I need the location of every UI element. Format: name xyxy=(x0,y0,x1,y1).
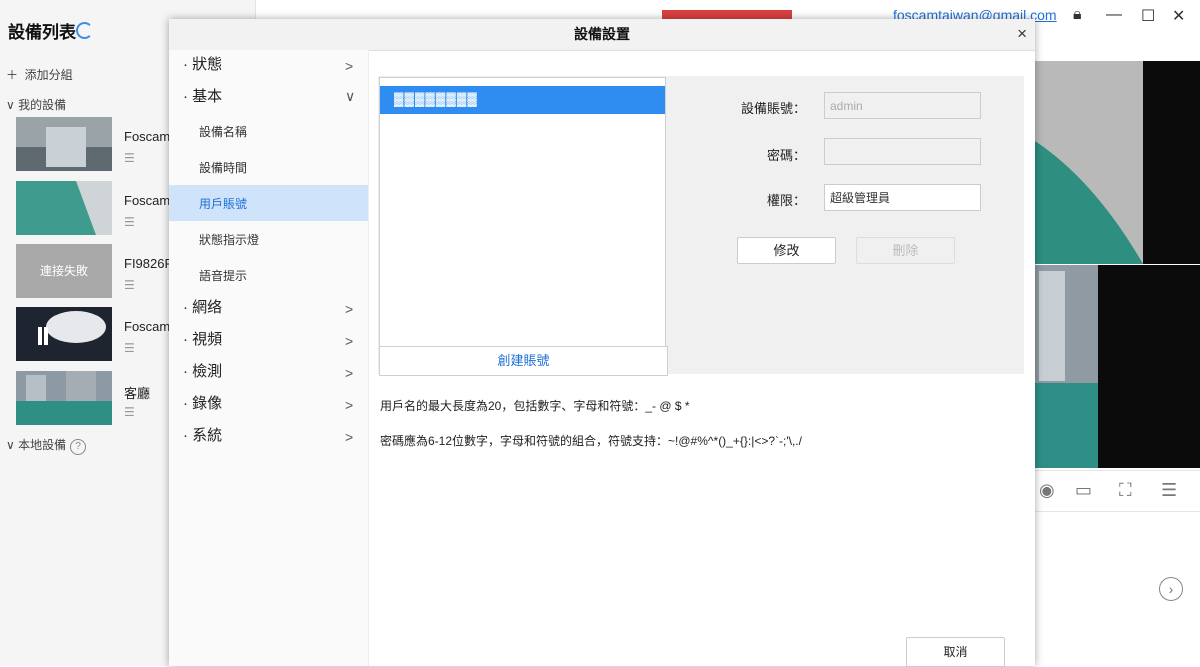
device-item[interactable]: 客廳 ☰ xyxy=(16,371,168,425)
delete-button[interactable]: 刪除 xyxy=(856,237,955,264)
camera-preview[interactable] xyxy=(1035,265,1200,468)
submenu-device-name[interactable]: 設備名稱 xyxy=(169,113,368,149)
password-rule-note: 密碼應為6-12位數字，字母和符號的組合，符號支持：~!@#%^*()_+{}:… xyxy=(380,434,802,448)
account-field[interactable] xyxy=(824,92,981,119)
settings-sliders-icon[interactable]: ☰ xyxy=(124,215,135,229)
account-row-label: ▓▓▓▓▓▓▓▓ xyxy=(394,91,478,106)
permission-field[interactable] xyxy=(824,184,981,211)
menu-detection-label: 檢測 xyxy=(192,363,223,380)
submenu-label: 語音提示 xyxy=(199,269,248,283)
account-list-row-selected[interactable]: ▓▓▓▓▓▓▓▓ xyxy=(380,86,665,114)
my-devices-group[interactable]: ∨ 我的設備 xyxy=(6,96,66,113)
layout-menu-icon[interactable]: ☰ xyxy=(1161,480,1177,501)
my-devices-label: 我的設備 xyxy=(18,98,67,112)
account-label: 設備賬號： xyxy=(740,101,806,116)
menu-status[interactable]: · 狀態 xyxy=(183,53,222,74)
settings-sliders-icon[interactable]: ☰ xyxy=(124,278,135,292)
local-devices-label: 本地設備 xyxy=(18,438,67,452)
menu-video-label: 視頻 xyxy=(192,331,223,348)
menu-network-label: 網络 xyxy=(192,299,223,316)
chevron-down-icon: ∨ xyxy=(345,88,356,104)
device-thumbnail xyxy=(16,181,112,235)
submenu-label: 用戶賬號 xyxy=(199,197,248,211)
minimize-icon[interactable]: — xyxy=(1106,6,1122,24)
username-rule-note: 用戶名的最大長度為20，包括數字、字母和符號：_- @ $ * xyxy=(380,399,690,413)
settings-sliders-icon[interactable]: ☰ xyxy=(124,405,135,419)
password-field[interactable] xyxy=(824,138,981,165)
chevron-right-icon: > xyxy=(345,397,354,413)
device-thumbnail xyxy=(16,117,112,171)
preview-toolbar: ◉ ▭ ⛶ ☰ xyxy=(1035,470,1200,512)
settings-menu: · 狀態 > · 基本 ∨ 設備名稱 設備時間 用戶賬號 狀態指示燈 語音提示 … xyxy=(169,50,369,666)
chevron-right-icon: > xyxy=(345,58,354,74)
device-list-title: 設備列表 xyxy=(8,23,76,42)
submenu-device-time[interactable]: 設備時間 xyxy=(169,149,368,185)
local-devices-group[interactable]: ∨ 本地設備? xyxy=(6,436,87,455)
modify-button[interactable]: 修改 xyxy=(737,237,836,264)
lock-icon[interactable]: 🔒︎ xyxy=(1073,6,1082,24)
settings-sliders-icon[interactable]: ☰ xyxy=(124,151,135,165)
help-icon[interactable]: ? xyxy=(70,439,87,455)
chevron-right-icon: > xyxy=(345,365,354,381)
fullscreen-icon[interactable]: ⛶ xyxy=(1119,480,1132,501)
submenu-user-account[interactable]: 用戶賬號 xyxy=(169,185,368,221)
permission-label: 權限： xyxy=(766,193,806,208)
account-list[interactable]: ▓▓▓▓▓▓▓▓ xyxy=(379,77,666,347)
device-name: 客廳 xyxy=(124,386,151,401)
submenu-label: 狀態指示燈 xyxy=(199,233,260,247)
menu-system[interactable]: · 系統 xyxy=(183,424,222,445)
menu-basic-label: 基本 xyxy=(192,88,223,105)
menu-basic[interactable]: · 基本 xyxy=(183,85,222,106)
menu-network[interactable]: · 網络 xyxy=(183,296,222,317)
device-item[interactable]: Foscam_ ☰ xyxy=(16,181,177,235)
add-group-label: 添加分組 xyxy=(24,68,73,82)
submenu-label: 設備時間 xyxy=(199,161,248,175)
connection-failed-thumbnail: 連接失敗 xyxy=(16,244,112,298)
device-thumbnail xyxy=(16,307,112,361)
device-thumbnail xyxy=(16,371,112,425)
submenu-voice-prompt[interactable]: 語音提示 xyxy=(169,257,368,293)
dialog-close-button[interactable]: × xyxy=(1017,24,1027,44)
window-close-icon[interactable]: ✕ xyxy=(1172,6,1185,26)
cancel-button[interactable]: 取消 xyxy=(906,637,1005,667)
device-name: FI9826P xyxy=(124,256,174,271)
settings-sliders-icon[interactable]: ☰ xyxy=(124,341,135,355)
maximize-icon[interactable]: ☐ xyxy=(1141,6,1155,26)
chevron-right-icon: > xyxy=(345,333,354,349)
add-group-button[interactable]: ＋ 添加分組 xyxy=(6,66,73,83)
chevron-right-icon: > xyxy=(345,429,354,445)
menu-video[interactable]: · 視頻 xyxy=(183,328,222,349)
submenu-status-light[interactable]: 狀態指示燈 xyxy=(169,221,368,257)
device-settings-dialog: 設備設置 × · 狀態 > · 基本 ∨ 設備名稱 設備時間 用戶賬號 狀態指示… xyxy=(169,19,1035,667)
password-label: 密碼： xyxy=(766,148,806,163)
refresh-icon[interactable] xyxy=(76,22,93,39)
menu-status-label: 狀態 xyxy=(192,56,223,73)
create-account-button[interactable]: 創建賬號 xyxy=(379,346,668,376)
menu-recording-label: 錄像 xyxy=(192,395,223,412)
menu-detection[interactable]: · 檢測 xyxy=(183,360,222,381)
next-page-icon[interactable]: › xyxy=(1159,577,1183,601)
device-item[interactable]: 連接失敗 FI9826P ☰ xyxy=(16,244,173,298)
camera-preview[interactable] xyxy=(1035,61,1200,264)
menu-recording[interactable]: · 錄像 xyxy=(183,392,222,413)
submenu-label: 設備名稱 xyxy=(199,125,248,139)
ptz-icon[interactable]: ◉ xyxy=(1039,480,1055,501)
menu-system-label: 系統 xyxy=(192,427,223,444)
chevron-right-icon: > xyxy=(345,301,354,317)
device-item[interactable]: Foscam_ ☰ xyxy=(16,117,177,171)
dialog-title: 設備設置 xyxy=(169,19,1035,51)
device-item[interactable]: Foscam_ ☰ xyxy=(16,307,177,361)
close-all-icon[interactable]: ▭ xyxy=(1075,480,1092,501)
